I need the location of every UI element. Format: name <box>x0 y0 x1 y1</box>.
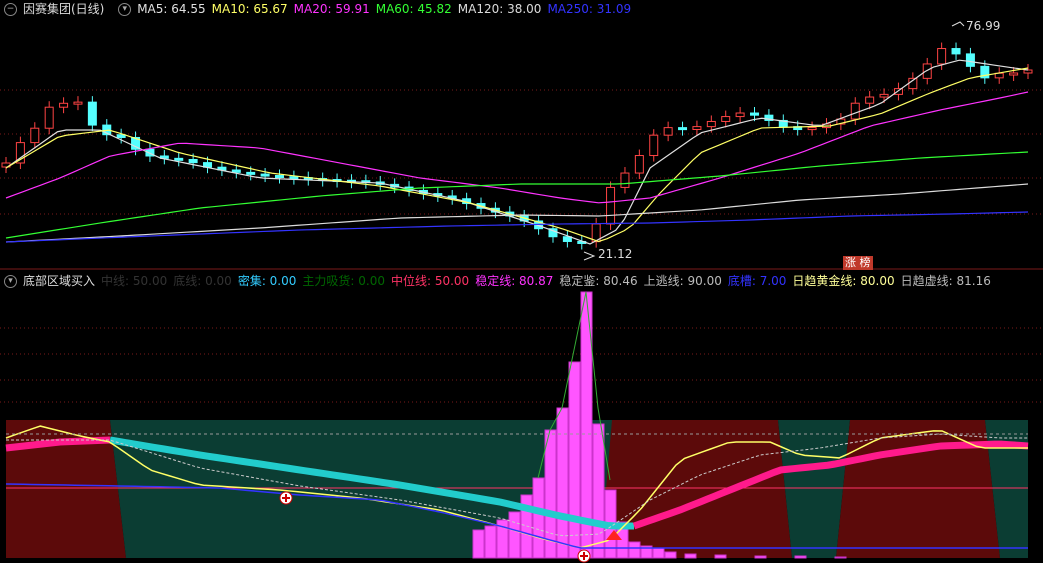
collapse-icon[interactable]: − <box>4 3 17 16</box>
histogram-bar-15 <box>652 547 665 559</box>
candle-body-20 <box>289 176 299 180</box>
candle-body-18 <box>260 173 270 177</box>
indicator-legend-item-9: 日趋黄金线: 80.00 <box>792 274 895 288</box>
candle-body-59 <box>850 102 860 120</box>
chevron-down-icon[interactable]: ▾ <box>4 275 17 288</box>
candle-body-45 <box>649 134 659 157</box>
candle-body-62 <box>893 88 903 95</box>
candle-body-47 <box>678 127 688 131</box>
histogram-bar-21 <box>834 556 847 559</box>
ma-line-2 <box>5 91 1029 204</box>
indicator-legend-item-4: 中位线: 50.00 <box>390 274 470 288</box>
histogram-bar-17 <box>684 553 697 559</box>
histogram-bar-1 <box>484 525 497 559</box>
ma-legend-item-0: MA5: 64.55 <box>137 2 206 16</box>
histogram-bar-8 <box>568 361 581 559</box>
candle-body-4 <box>59 102 69 108</box>
candle-body-52 <box>750 112 760 116</box>
candle-body-48 <box>692 126 702 130</box>
histogram-bar-3 <box>508 511 521 559</box>
indicator-legend-item-10: 日趋虚线: 81.16 <box>900 274 991 288</box>
candle-body-16 <box>231 169 241 173</box>
candle-body-60 <box>865 96 875 104</box>
main-candlestick-chart[interactable]: 76.99 21.12 <box>0 18 1043 270</box>
high-price-label: 76.99 <box>966 19 1000 33</box>
zone-band-4 <box>836 420 1000 558</box>
histogram-bar-5 <box>532 477 545 559</box>
ma-legend-item-5: MA250: 31.09 <box>547 2 632 16</box>
candle-body-17 <box>246 171 256 175</box>
candle-body-70 <box>1009 72 1019 76</box>
zone-band-2 <box>600 420 792 558</box>
indicator-title: 底部区域买入 <box>23 274 96 288</box>
sub-legend-bar: ▾ 底部区域买入 中线: 50.00 底线: 0.00 密集: 0.00 主力吸货: 0.… <box>0 272 1003 290</box>
candle-body-49 <box>706 120 716 128</box>
ma-legend-item-1: MA10: 65.67 <box>211 2 288 16</box>
histogram-bar-0 <box>472 529 485 559</box>
main-legend-bar: − 因赛集团(日线) ▾ MA5: 64.55 MA10: 65.67 MA20: 59… <box>0 0 643 18</box>
limit-up-badge: 涨 榜 <box>843 256 873 270</box>
indicator-legend-item-8: 底槽: 7.00 <box>727 274 787 288</box>
candle-body-67 <box>965 53 975 67</box>
chart-title: 因赛集团(日线) <box>23 2 105 16</box>
candle-body-51 <box>735 112 745 118</box>
indicator-chart[interactable] <box>0 290 1043 563</box>
ma-legend-item-4: MA120: 38.00 <box>457 2 542 16</box>
candle-body-43 <box>620 172 630 188</box>
histogram-bar-13 <box>628 541 641 559</box>
low-price-label: 21.12 <box>598 247 632 261</box>
indicator-legend-item-5: 稳定线: 80.87 <box>475 274 554 288</box>
indicator-legend: 中线: 50.00 底线: 0.00 密集: 0.00 主力吸货: 0.00 中位线: … <box>101 274 997 288</box>
candle-body-6 <box>87 101 97 126</box>
indicator-legend-item-1: 底线: 0.00 <box>173 274 232 288</box>
indicator-legend-item-3: 主力吸货: 0.00 <box>302 274 385 288</box>
candle-body-42 <box>606 186 616 225</box>
candle-body-71 <box>1023 69 1033 74</box>
indicator-legend-item-0: 中线: 50.00 <box>101 274 168 288</box>
ma-legend: MA5: 64.55 MA10: 65.67 MA20: 59.91 MA60: 45… <box>137 2 637 16</box>
indicator-legend-item-6: 稳定鉴: 80.46 <box>559 274 638 288</box>
candle-body-50 <box>721 116 731 122</box>
histogram-bar-18 <box>714 554 727 559</box>
candle-body-56 <box>807 127 817 131</box>
indicator-legend-item-2: 密集: 0.00 <box>237 274 297 288</box>
candle-body-13 <box>188 158 198 164</box>
ma-legend-item-3: MA60: 45.82 <box>375 2 452 16</box>
candle-body-46 <box>663 127 673 136</box>
candle-body-19 <box>274 175 284 179</box>
candle-body-65 <box>937 48 947 65</box>
candle-body-66 <box>951 48 961 55</box>
candle-body-3 <box>44 106 54 129</box>
high-price-arrow <box>951 21 965 27</box>
candle-body-12 <box>174 157 184 161</box>
candle-body-5 <box>73 101 83 105</box>
histogram-bar-10 <box>592 423 605 559</box>
histogram-bar-20 <box>794 555 807 559</box>
candle-body-44 <box>634 155 644 174</box>
histogram-bar-16 <box>664 551 677 559</box>
histogram-bar-19 <box>754 555 767 559</box>
ma-line-4 <box>5 183 1029 243</box>
ma-legend-item-2: MA20: 59.91 <box>293 2 370 16</box>
candle-body-2 <box>30 127 40 144</box>
indicator-legend-item-7: 上逃线: 90.00 <box>643 274 722 288</box>
low-price-arrow <box>583 251 596 261</box>
candle-body-64 <box>922 63 932 79</box>
chevron-down-icon[interactable]: ▾ <box>118 3 132 16</box>
candle-body-61 <box>879 93 889 98</box>
